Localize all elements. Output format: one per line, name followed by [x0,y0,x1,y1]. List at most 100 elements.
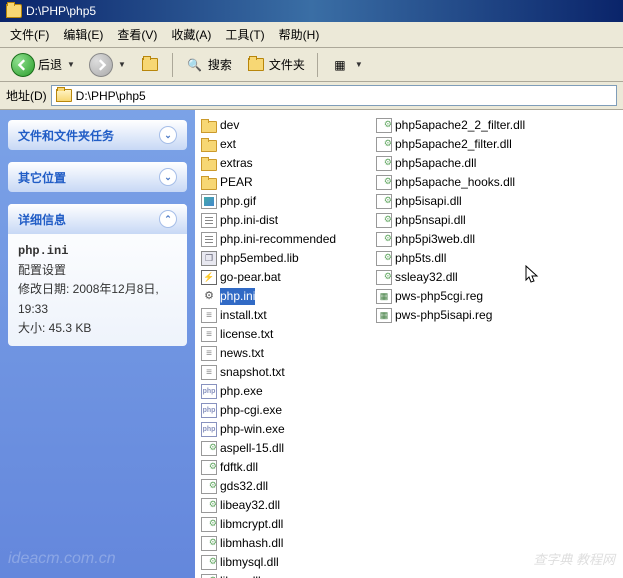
file-item[interactable]: php5pi3web.dll [374,230,584,249]
file-item[interactable]: php.ini [199,287,374,306]
forward-icon [89,53,113,77]
dll-icon [201,517,217,532]
file-label: news.txt [220,345,264,362]
menu-bar: 文件(F) 编辑(E) 查看(V) 收藏(A) 工具(T) 帮助(H) [0,22,623,48]
places-panel: 其它位置 ⌄ [8,162,187,192]
file-item[interactable]: gds32.dll [199,477,374,496]
file-item[interactable]: aspell-15.dll [199,439,374,458]
file-label: libmysql.dll [220,554,279,571]
dll-icon [201,460,217,475]
tasks-panel: 文件和文件夹任务 ⌄ [8,120,187,150]
file-label: php5pi3web.dll [395,231,475,248]
up-button[interactable] [135,52,165,78]
lib-icon [201,251,217,266]
file-item[interactable]: ext [199,135,374,154]
folder-icon [6,4,22,18]
tasks-header[interactable]: 文件和文件夹任务 ⌄ [8,120,187,150]
views-icon: ▦ [330,55,350,75]
file-item[interactable]: libmysql.dll [199,553,374,572]
dll-icon [376,156,392,171]
file-item[interactable]: ssleay32.dll [374,268,584,287]
fold-icon [201,121,217,133]
details-header[interactable]: 详细信息 ⌃ [8,204,187,234]
file-label: php5apache2_filter.dll [395,136,512,153]
file-label: dev [220,117,239,134]
menu-favorites[interactable]: 收藏(A) [165,24,217,45]
places-header[interactable]: 其它位置 ⌄ [8,162,187,192]
folder-open-icon [56,89,72,102]
search-button[interactable]: 🔍 搜索 [180,52,237,78]
file-label: php.exe [220,383,263,400]
details-type: 配置设置 [18,261,177,280]
file-item[interactable]: libmcrypt.dll [199,515,374,534]
txt-icon [201,365,217,380]
file-label: php.ini-recommended [220,231,336,248]
chevron-down-icon: ▼ [118,60,126,69]
file-item[interactable]: license.txt [199,325,374,344]
menu-help[interactable]: 帮助(H) [273,24,326,45]
file-item[interactable]: snapshot.txt [199,363,374,382]
file-item[interactable]: php5isapi.dll [374,192,584,211]
file-label: php5apache.dll [395,155,476,172]
menu-tools[interactable]: 工具(T) [219,24,270,45]
file-item[interactable]: libeay32.dll [199,496,374,515]
file-item[interactable]: install.txt [199,306,374,325]
menu-view[interactable]: 查看(V) [111,24,163,45]
ini-icon [201,213,217,228]
file-item[interactable]: pws-php5cgi.reg [374,287,584,306]
views-button[interactable]: ▦ ▼ [325,52,368,78]
file-item[interactable]: php5apache2_filter.dll [374,135,584,154]
file-item[interactable]: php5apache2_2_filter.dll [374,116,584,135]
file-item[interactable]: phpphp.exe [199,382,374,401]
folders-icon [246,55,266,75]
php-icon: php [201,403,217,418]
folders-label: 文件夹 [269,56,305,73]
file-item[interactable]: php5apache_hooks.dll [374,173,584,192]
dll-icon [376,194,392,209]
back-button[interactable]: 后退 ▼ [6,50,80,80]
php-icon: php [201,422,217,437]
menu-edit[interactable]: 编辑(E) [57,24,109,45]
file-item[interactable]: phpphp-win.exe [199,420,374,439]
file-label: go-pear.bat [220,269,281,286]
file-label: install.txt [220,307,267,324]
back-icon [11,53,35,77]
expand-icon: ⌄ [159,126,177,144]
file-item[interactable]: php.ini-dist [199,211,374,230]
dll-icon [376,232,392,247]
search-icon: 🔍 [185,55,205,75]
file-item[interactable]: PEAR [199,173,374,192]
file-item[interactable]: phpphp-cgi.exe [199,401,374,420]
file-item[interactable]: php5embed.lib [199,249,374,268]
file-item[interactable]: pws-php5isapi.reg [374,306,584,325]
forward-button[interactable]: ▼ [84,50,131,80]
file-item[interactable]: news.txt [199,344,374,363]
dll-icon [201,479,217,494]
file-item[interactable]: libmhash.dll [199,534,374,553]
fold-icon [201,178,217,190]
file-item[interactable]: php.gif [199,192,374,211]
file-item[interactable]: php5ts.dll [374,249,584,268]
file-item[interactable]: php5apache.dll [374,154,584,173]
file-list[interactable]: devextextrasPEARphp.gifphp.ini-distphp.i… [195,110,623,578]
file-item[interactable]: go-pear.bat [199,268,374,287]
file-item[interactable]: dev [199,116,374,135]
file-item[interactable]: fdftk.dll [199,458,374,477]
toolbar: 后退 ▼ ▼ 🔍 搜索 文件夹 ▦ ▼ [0,48,623,82]
address-input[interactable]: D:\PHP\php5 [51,85,617,106]
file-label: ssleay32.dll [395,269,458,286]
file-item[interactable]: php5nsapi.dll [374,211,584,230]
details-title: 详细信息 [18,211,66,228]
file-item[interactable]: libpq.dll [199,572,374,578]
menu-file[interactable]: 文件(F) [4,24,55,45]
file-item[interactable]: php.ini-recommended [199,230,374,249]
dll-icon [376,213,392,228]
dll-icon [201,536,217,551]
php-icon: php [201,384,217,399]
dll-icon [376,118,392,133]
file-label: ext [220,136,236,153]
chevron-down-icon: ▼ [67,60,75,69]
file-item[interactable]: extras [199,154,374,173]
file-label: libmcrypt.dll [220,516,283,533]
folders-button[interactable]: 文件夹 [241,52,310,78]
